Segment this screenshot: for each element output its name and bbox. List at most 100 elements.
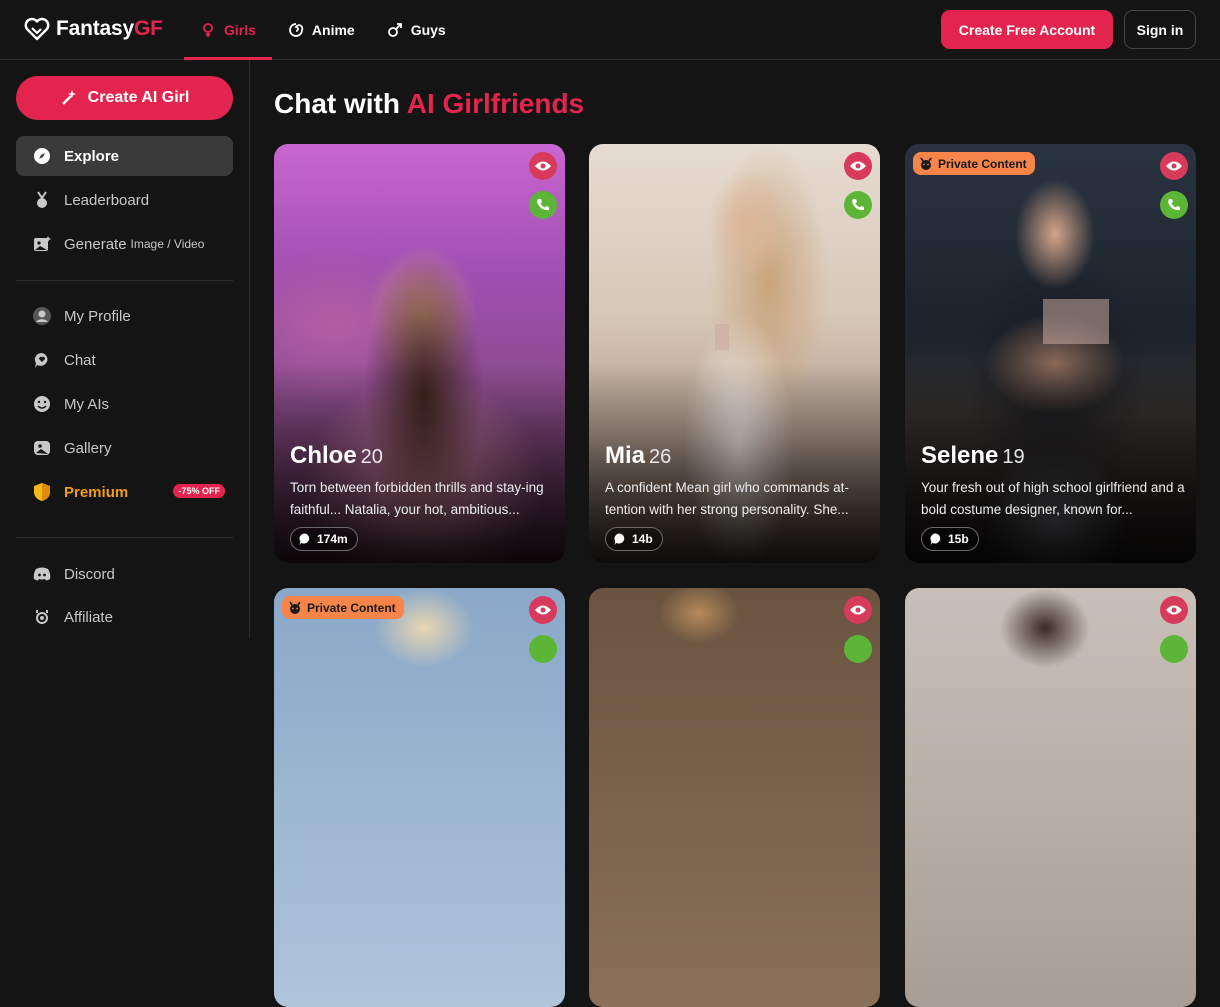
sidebar-label-premium: Premium	[64, 483, 129, 501]
sidebar-item-my-ais[interactable]: My AIs	[16, 384, 233, 424]
message-count-badge: 174m	[290, 527, 358, 551]
sign-in-button[interactable]: Sign in	[1124, 10, 1196, 49]
sidebar-item-leaderboard[interactable]: Leaderboard	[16, 180, 233, 220]
sidebar-item-chat[interactable]: Chat	[16, 340, 233, 380]
top-header: FantasyGF Girls Anime Guys Create Free A…	[0, 0, 1220, 60]
tab-guys[interactable]: Guys	[371, 0, 462, 60]
call-button[interactable]	[1160, 635, 1188, 663]
sidebar-label-affiliate: Affiliate	[64, 608, 113, 626]
eye-icon	[535, 605, 551, 615]
character-card[interactable]: Chloe 20 Torn between forbidden thrills a…	[274, 144, 565, 563]
devil-icon	[920, 157, 932, 170]
sidebar-item-affiliate[interactable]: Affiliate	[16, 597, 233, 637]
sidebar-label-generate: Generate	[64, 235, 127, 253]
character-card[interactable]: Mia 26 A confident Mean girl who commands…	[589, 144, 880, 563]
sidebar-divider	[16, 280, 233, 281]
phone-icon	[852, 199, 864, 211]
sidebar-divider	[16, 537, 233, 538]
character-description: Torn between forbidden thrills and stay-…	[290, 480, 544, 517]
character-card[interactable]: Private Content	[274, 588, 565, 1007]
character-photo	[589, 588, 880, 1007]
heart-logo-icon	[24, 17, 50, 41]
discount-badge: -75% OFF	[173, 484, 225, 498]
tab-anime-label: Anime	[311, 22, 355, 38]
sidebar-item-generate[interactable]: Generate Image / Video	[16, 224, 233, 264]
character-card[interactable]: Private Content Selene 19 Your fresh out …	[905, 144, 1196, 563]
tab-girls-label: Girls	[224, 22, 256, 38]
logo[interactable]: FantasyGF	[24, 16, 163, 42]
call-button[interactable]	[529, 191, 557, 219]
chat-heart-icon	[614, 533, 625, 546]
character-card[interactable]	[905, 588, 1196, 1007]
sidebar-item-gallery[interactable]: Gallery	[16, 428, 233, 468]
character-name: Mia 26	[605, 442, 672, 469]
page-title: Chat with AI Girlfriends	[274, 88, 585, 119]
call-button[interactable]	[1160, 191, 1188, 219]
sidebar-label-my-ais: My AIs	[64, 395, 110, 413]
medal-icon	[32, 190, 52, 210]
phone-icon	[537, 199, 549, 211]
view-button[interactable]	[529, 152, 557, 180]
character-photo	[905, 588, 1196, 1007]
shield-premium-icon	[32, 482, 52, 502]
devil-icon	[289, 601, 301, 614]
private-content-badge: Private Content	[282, 596, 404, 619]
view-button[interactable]	[529, 596, 557, 624]
eye-icon	[850, 161, 866, 171]
gallery-icon	[32, 438, 52, 458]
censor-blur	[1043, 299, 1109, 344]
magic-wand-icon	[61, 90, 76, 105]
sidebar-item-premium[interactable]: Premium -75% OFF	[16, 472, 233, 512]
compass-icon	[32, 146, 52, 166]
sidebar-sublabel-generate: Image / Video	[130, 237, 205, 251]
view-button[interactable]	[1160, 596, 1188, 624]
chat-icon	[32, 350, 52, 370]
character-photo	[274, 588, 565, 1007]
sidebar-label-chat: Chat	[64, 351, 96, 369]
call-button[interactable]	[844, 635, 872, 663]
female-icon	[203, 23, 213, 37]
character-age: 19	[1002, 446, 1025, 468]
discord-icon	[32, 564, 52, 584]
anime-icon	[289, 23, 304, 37]
tab-guys-label: Guys	[410, 22, 446, 38]
create-ai-girl-button[interactable]: Create AI Girl	[16, 76, 233, 120]
sidebar-item-discord[interactable]: Discord	[16, 554, 233, 594]
logo-text: FantasyGF	[56, 17, 163, 40]
view-button[interactable]	[1160, 152, 1188, 180]
view-button[interactable]	[844, 152, 872, 180]
eye-icon	[850, 605, 866, 615]
sidebar-item-explore[interactable]: Explore	[16, 136, 233, 176]
character-age: 20	[360, 446, 383, 468]
call-button[interactable]	[844, 191, 872, 219]
character-card[interactable]	[589, 588, 880, 1007]
phone-icon	[1168, 199, 1180, 211]
smiley-icon	[32, 394, 52, 414]
create-free-account-button[interactable]: Create Free Account	[941, 10, 1113, 49]
message-count-badge: 15b	[921, 527, 979, 551]
create-ai-girl-label: Create AI Girl	[87, 89, 190, 106]
tab-girls[interactable]: Girls	[184, 0, 272, 60]
eye-icon	[1166, 605, 1182, 615]
call-button[interactable]	[529, 635, 557, 663]
category-tabs: Girls Anime Guys	[184, 0, 462, 60]
chat-heart-icon	[930, 533, 941, 546]
tab-anime[interactable]: Anime	[272, 0, 371, 60]
male-icon	[387, 23, 402, 37]
character-description: Your fresh out of high school girlfriend…	[921, 480, 1185, 517]
sidebar-label-my-profile: My Profile	[64, 307, 131, 325]
character-name: Selene 19	[921, 442, 1025, 469]
character-description: A confident Mean girl who commands at-te…	[605, 480, 849, 517]
view-button[interactable]	[844, 596, 872, 624]
sidebar-label-explore: Explore	[64, 147, 120, 165]
chat-heart-icon	[299, 533, 310, 546]
eye-icon	[1166, 161, 1182, 171]
sidebar-item-my-profile[interactable]: My Profile	[16, 296, 233, 336]
private-content-badge: Private Content	[913, 152, 1035, 175]
character-name: Chloe 20	[290, 442, 383, 469]
censor-blur	[715, 324, 729, 350]
sidebar-label-gallery: Gallery	[64, 439, 112, 457]
sidebar: Create AI Girl Explore Leaderboard Gener…	[0, 60, 250, 638]
sidebar-label-discord: Discord	[64, 565, 115, 583]
character-age: 26	[649, 446, 672, 468]
